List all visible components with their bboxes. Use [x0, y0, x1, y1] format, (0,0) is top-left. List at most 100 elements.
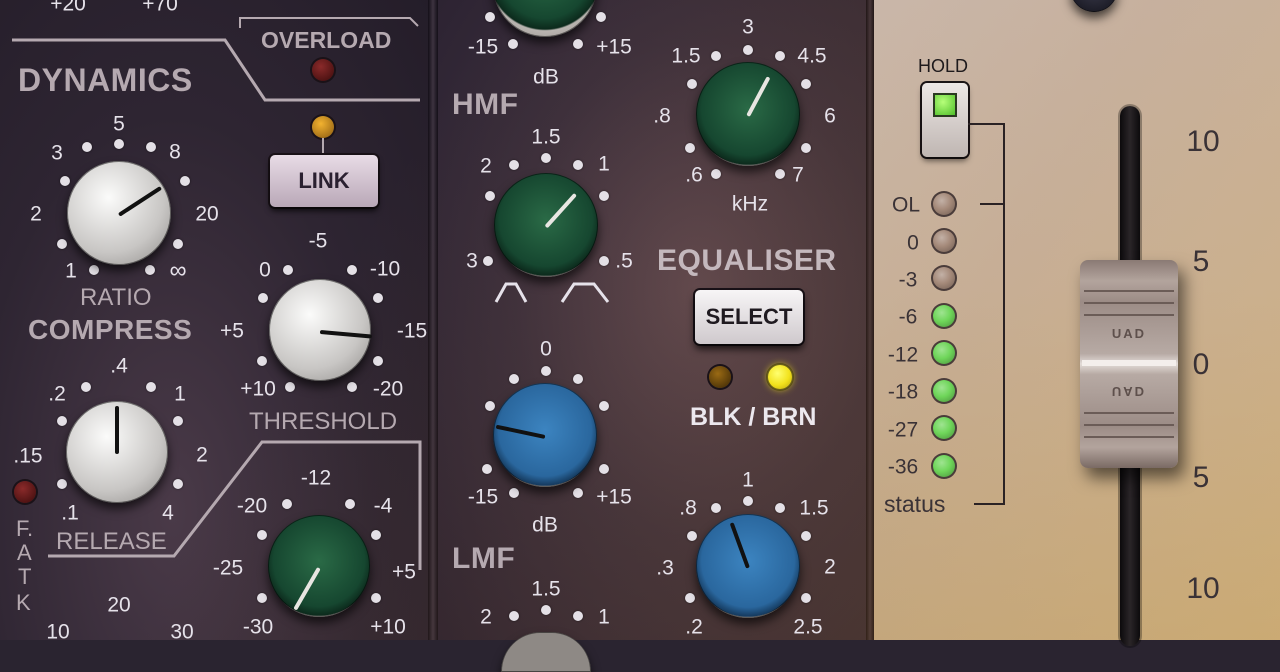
hold-led — [935, 95, 955, 115]
dynamics-header-line — [12, 17, 420, 102]
lmf-freq-tick: 2 — [824, 555, 836, 579]
link-button-label: LINK — [298, 168, 350, 193]
hmf-q-tick: 1 — [598, 152, 610, 176]
meter-led-label: -36 — [887, 455, 919, 479]
hmf-q-tick-dot — [483, 256, 493, 266]
panel-divider — [866, 0, 874, 640]
fader-scale-label: 5 — [1192, 245, 1210, 278]
fader-grip-line — [1084, 314, 1174, 316]
hf-freq-tick-dot — [685, 143, 695, 153]
hmf-q-tick-dot — [599, 256, 609, 266]
lmf-q-tick: 2 — [480, 605, 492, 629]
meter-led — [933, 455, 955, 477]
lmf-freq-tick-dot — [801, 593, 811, 603]
blk-led — [709, 366, 731, 388]
lmf-gain-tick-dot — [509, 488, 519, 498]
makeup-tick-dot — [282, 499, 292, 509]
hf-freq-tick: 4.5 — [797, 44, 827, 68]
meter-led — [933, 267, 955, 289]
lmf-gain-tick: 0 — [540, 337, 552, 361]
select-button-label: SELECT — [705, 304, 793, 329]
ratio-tick-dot — [114, 139, 124, 149]
status-label: status — [884, 491, 946, 517]
lmf-freq-tick-dot — [685, 593, 695, 603]
lmf-gain-tick-dot — [485, 401, 495, 411]
lmf-gain-tick-dot — [573, 374, 583, 384]
lmf-freq-tick: .2 — [685, 615, 703, 639]
fader-cap[interactable]: UAD UAD — [1080, 260, 1178, 468]
lmf-freq-knob[interactable] — [696, 514, 800, 618]
overload-led — [312, 59, 334, 81]
lmf-q-tick-dot — [573, 611, 583, 621]
fader-scale-label: 0 — [1192, 348, 1210, 381]
threshold-tick: -5 — [308, 229, 328, 253]
hf-freq-tick-dot — [743, 45, 753, 55]
fader-grip-line — [1084, 302, 1174, 304]
hmf-q-tick-dot — [541, 153, 551, 163]
fast-attack-led — [14, 481, 36, 503]
makeup-tick-dot — [345, 499, 355, 509]
hmf-label: HMF — [452, 88, 519, 121]
lmf-freq-tick: .3 — [656, 556, 674, 580]
release-tick: 1 — [174, 382, 186, 406]
select-button[interactable]: SELECT — [695, 290, 803, 344]
hf-gain-tick-dot — [508, 39, 518, 49]
lmf-label: LMF — [452, 542, 516, 575]
lmf-freq-tick: .8 — [679, 496, 697, 520]
meter-led — [933, 342, 955, 364]
hmf-q-knob[interactable] — [494, 173, 598, 277]
hf-freq-knob[interactable] — [696, 62, 800, 166]
fader-grip-line — [1084, 290, 1174, 292]
brn-led — [768, 365, 792, 389]
hmf-q-tick: 1.5 — [531, 125, 561, 149]
fast-attack-label: F. — [16, 516, 34, 541]
meter-led — [933, 193, 955, 215]
meter-bracket-line — [968, 123, 1005, 505]
threshold-tick-dot — [373, 356, 383, 366]
threshold-knob[interactable] — [269, 279, 372, 381]
meter-led-label: -27 — [887, 418, 919, 442]
meter-led — [933, 380, 955, 402]
link-wire — [322, 138, 324, 154]
fader-scale-label: 5 — [1192, 461, 1210, 494]
lmf-gain-knob[interactable] — [493, 383, 597, 487]
meter-led-label: 0 — [907, 231, 919, 255]
ratio-knob[interactable] — [67, 161, 171, 265]
makeup-tick: -25 — [212, 556, 244, 580]
hf-gain-tick-dot — [573, 39, 583, 49]
lmf-gain-tick: +15 — [596, 485, 632, 509]
makeup-knob[interactable] — [268, 515, 370, 617]
ratio-tick-dot — [173, 239, 183, 249]
hmf-q-tick: 3 — [466, 249, 478, 273]
fader-cap-logo: UAD — [1111, 326, 1147, 341]
hf-gain-tick: +15 — [596, 35, 632, 59]
bell-shape-icon — [494, 282, 528, 303]
lmf-freq-tick-dot — [687, 531, 697, 541]
makeup-tick: -12 — [300, 466, 332, 490]
lmf-gain-tick-dot — [599, 464, 609, 474]
hf-freq-tick-dot — [775, 169, 785, 179]
lmf-gain-tick-dot — [541, 366, 551, 376]
hmf-q-tick-dot — [599, 191, 609, 201]
lmf-q-tick-dot — [509, 611, 519, 621]
ratio-tick-dot — [57, 239, 67, 249]
threshold-tick-dot — [285, 382, 295, 392]
hf-freq-tick-dot — [801, 79, 811, 89]
hmf-q-tick-dot — [509, 160, 519, 170]
link-button[interactable]: LINK — [270, 155, 378, 207]
ratio-tick: 2 — [30, 202, 42, 226]
hmf-q-tick: 2 — [480, 154, 492, 178]
fader-center-line — [1082, 360, 1176, 366]
makeup-tick: +10 — [370, 615, 406, 639]
hmf-q-tick-dot — [573, 160, 583, 170]
hf-gain-tick: -15 — [467, 35, 499, 59]
ratio-tick: ∞ — [169, 257, 187, 284]
ratio-tick-dot — [60, 176, 70, 186]
makeup-tick-dot — [371, 530, 381, 540]
lmf-gain-tick-dot — [509, 374, 519, 384]
lmf-gain-tick: -15 — [467, 485, 499, 509]
makeup-tick-dot — [257, 593, 267, 603]
release-tick-dot — [146, 382, 156, 392]
meter-led-label: -12 — [887, 343, 919, 367]
fader-scale-label: 10 — [1186, 125, 1220, 158]
